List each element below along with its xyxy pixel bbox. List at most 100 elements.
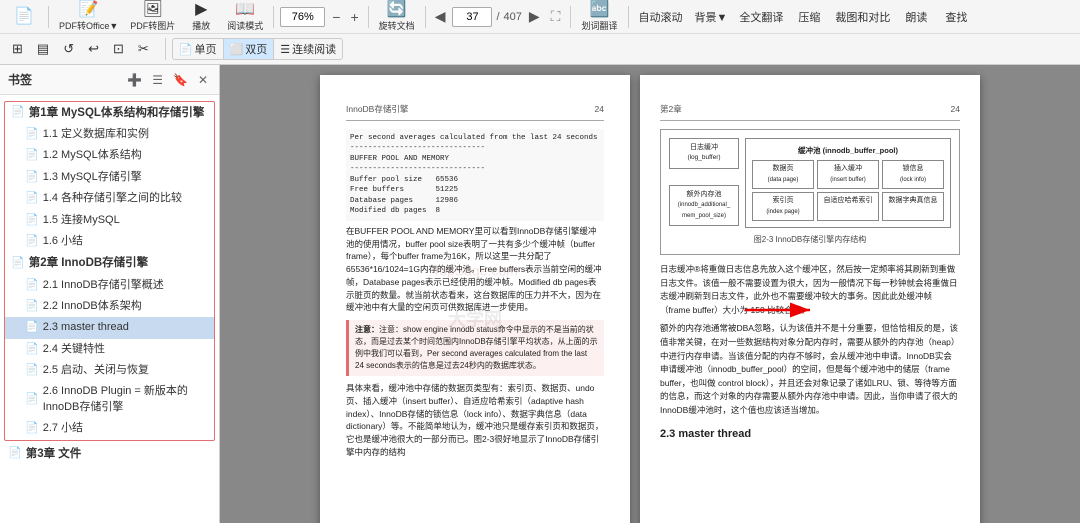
sidebar-icon-list[interactable]: ☰ <box>149 72 166 88</box>
buffer-pool-outer: 缓冲池 (innodb_buffer_pool) 数据页(data page) … <box>745 138 951 228</box>
continuous-read-btn[interactable]: ☰ 连续阅读 <box>273 39 342 59</box>
sidebar-item-ch2-4[interactable]: 📄 2.4 关键特性 <box>5 339 214 360</box>
sidebar-item-ch1-1[interactable]: 📄 1.1 定义数据库和实例 <box>5 124 214 145</box>
auto-scroll-label: 自动滚动 <box>639 9 683 25</box>
sidebar-item-ch2-2[interactable]: 📄 2.2 InnoDB体系架构 <box>5 296 214 317</box>
view-mode-group: 📄 单页 ⬜ 双页 ☰ 连续阅读 <box>172 38 343 60</box>
ch2-1-label: 2.1 InnoDB存储引擎概述 <box>43 278 208 293</box>
left-boxes: 日志缓冲(log_buffer) 额外内存池(innodb_additional… <box>669 138 739 228</box>
sidebar-item-ch1-3[interactable]: 📄 1.3 MySQL存储引擎 <box>5 167 214 188</box>
ch2-3-icon: 📄 <box>25 320 39 335</box>
ch2-3-label: 2.3 master thread <box>43 320 208 335</box>
ch2-label: 第2章 InnoDB存储引擎 <box>29 255 208 271</box>
note-label: 注意： <box>355 325 379 334</box>
compress-btn[interactable]: 压缩 <box>791 6 827 27</box>
read-aloud-btn[interactable]: 朗读 <box>898 6 934 27</box>
sidebar-icon-bookmark[interactable]: 🔖 <box>170 72 191 88</box>
pdf-to-image-btn[interactable]: 🖼 PDF转图片 <box>126 0 179 34</box>
zoom-out-btn[interactable]: − <box>329 9 343 25</box>
zoom-input[interactable] <box>280 7 325 27</box>
background-btn[interactable]: 背景▼ <box>691 6 732 27</box>
sidebar-item-ch2[interactable]: 📄 第2章 InnoDB存储引擎 <box>5 252 214 274</box>
ch2-2-label: 2.2 InnoDB体系架构 <box>43 299 208 314</box>
ch1-6-icon: 📄 <box>25 234 39 249</box>
sidebar-item-ch2-3[interactable]: 📄 2.3 master thread <box>5 317 214 338</box>
zoom-in-btn[interactable]: + <box>347 9 361 25</box>
page-separator: / <box>496 11 499 23</box>
toolbar-icon-2[interactable]: ▤ <box>31 39 55 59</box>
next-page-btn[interactable]: ▶ <box>526 8 543 25</box>
ch2-1-icon: 📄 <box>25 278 39 293</box>
play-btn[interactable]: ▶ 播放 <box>183 0 219 34</box>
toolbar-icon-3[interactable]: ↺ <box>57 39 80 59</box>
sidebar-item-ch2-5[interactable]: 📄 2.5 启动、关闭与恢复 <box>5 360 214 381</box>
sidebar-header: 书签 ➕ ☰ 🔖 ✕ <box>0 65 219 95</box>
ch1-1-icon: 📄 <box>25 127 39 142</box>
left-para2: 具体来看，缓冲池中存储的数据页类型有：索引页、数据页、undo页、插入缓冲（in… <box>346 382 604 459</box>
ch1-5-label: 1.5 连接MySQL <box>43 213 208 228</box>
pdf-to-office-btn[interactable]: 📝 PDF转Office▼ <box>55 0 122 34</box>
sidebar-icon-add[interactable]: ➕ <box>124 72 145 88</box>
toolbar-icon-4[interactable]: ↩ <box>82 39 105 59</box>
ch1-label: 第1章 MySQL体系结构和存储引擎 <box>29 105 208 121</box>
data-page-box: 数据页(data page) <box>752 160 814 189</box>
toolbar-row1: 📄 📝 PDF转Office▼ 🖼 PDF转图片 ▶ 播放 📖 阅读模式 − +… <box>0 0 1080 34</box>
continuous-read-label: 连续阅读 <box>292 41 336 57</box>
sep4 <box>425 6 426 28</box>
ch1-4-icon: 📄 <box>25 191 39 206</box>
full-translate-btn[interactable]: 全文翻译 <box>735 6 787 27</box>
single-page-label: 单页 <box>195 41 217 57</box>
page-input[interactable] <box>452 7 492 27</box>
note-text: 注意：show engine innodb status命令中显示的不是当前的状… <box>355 325 598 370</box>
play-icon: ▶ <box>195 2 207 18</box>
sidebar-item-ch2-7[interactable]: 📄 2.7 小结 <box>5 418 214 439</box>
sep3 <box>368 6 369 28</box>
log-buffer-box: 日志缓冲(log_buffer) <box>669 138 739 169</box>
sidebar-item-ch1-6[interactable]: 📄 1.6 小结 <box>5 231 214 252</box>
find-btn[interactable]: 查找 <box>938 6 974 27</box>
read-mode-btn[interactable]: 📖 阅读模式 <box>223 0 267 34</box>
nav-icon: ⛶ <box>551 8 561 25</box>
pdf-icon-btn[interactable]: 📄 <box>6 7 42 27</box>
lock-info-box: 锁信息(lock info) <box>882 160 944 189</box>
ch1-1-label: 1.1 定义数据库和实例 <box>43 127 208 142</box>
left-page-num: 24 <box>595 103 604 116</box>
left-page-header: InnoDB存储引擎 24 <box>346 103 604 121</box>
toolbar-row2: ⊞ ▤ ↺ ↩ ⊡ ✂ 📄 单页 ⬜ 双页 ☰ 连续阅读 <box>0 34 1080 64</box>
crop-compare-btn[interactable]: 裁图和对比 <box>831 6 894 27</box>
toolbar-icon-5[interactable]: ⊡ <box>107 39 130 59</box>
left-page: 大学网 TopSage.com InnoDB存储引擎 24 Per second… <box>320 75 630 523</box>
adaptive-hash-box: 自适应哈希索引 <box>817 192 879 221</box>
compress-label: 压缩 <box>798 9 820 25</box>
sidebar-item-ch1-5[interactable]: 📄 1.5 连接MySQL <box>5 210 214 231</box>
office-icon: 📝 <box>79 2 99 18</box>
sidebar-item-ch1-2[interactable]: 📄 1.2 MySQL体系结构 <box>5 145 214 166</box>
auto-scroll-btn[interactable]: 自动滚动 <box>635 6 687 27</box>
read-aloud-label: 朗读 <box>905 9 927 25</box>
single-page-btn[interactable]: 📄 单页 <box>173 39 223 59</box>
toolbar-icon-1[interactable]: ⊞ <box>6 39 29 59</box>
rotate-doc-btn[interactable]: 🔄 旋转文档 <box>375 0 419 34</box>
word-translate-label: 划词翻译 <box>581 19 617 32</box>
ch2-2-icon: 📄 <box>25 299 39 314</box>
sidebar-tree: 📄 第1章 MySQL体系结构和存储引擎 📄 1.1 定义数据库和实例 📄 1.… <box>0 95 219 523</box>
read-mode-label: 阅读模式 <box>227 19 263 32</box>
sidebar-item-ch2-6[interactable]: 📄 2.6 InnoDB Plugin = 新版本的InnoDB存储引擎 <box>5 381 214 418</box>
sidebar-close-btn[interactable]: ✕ <box>195 72 211 88</box>
ch2-6-label: 2.6 InnoDB Plugin = 新版本的InnoDB存储引擎 <box>43 384 208 415</box>
ch1-6-label: 1.6 小结 <box>43 234 208 249</box>
prev-page-btn[interactable]: ◀ <box>432 8 449 25</box>
ch2-7-icon: 📄 <box>25 421 39 436</box>
red-arrow-svg <box>740 295 820 325</box>
sidebar-item-ch1[interactable]: 📄 第1章 MySQL体系结构和存储引擎 <box>5 102 214 124</box>
sidebar-item-ch3[interactable]: 📄 第3章 文件 <box>0 443 219 465</box>
sidebar: 书签 ➕ ☰ 🔖 ✕ 📄 第1章 MySQL体系结构和存储引擎 📄 1.1 定义… <box>0 65 220 523</box>
innodb-diagram: 日志缓冲(log_buffer) 额外内存池(innodb_additional… <box>660 129 960 255</box>
pdf-to-office-label: PDF转Office▼ <box>59 19 118 32</box>
sidebar-item-ch1-4[interactable]: 📄 1.4 各种存储引擎之间的比较 <box>5 188 214 209</box>
word-translate-btn[interactable]: 🔤 划词翻译 <box>577 0 621 34</box>
content-area: 大学网 TopSage.com InnoDB存储引擎 24 Per second… <box>220 65 1080 523</box>
double-page-btn[interactable]: ⬜ 双页 <box>223 39 274 59</box>
sidebar-item-ch2-1[interactable]: 📄 2.1 InnoDB存储引擎概述 <box>5 275 214 296</box>
toolbar-icon-6[interactable]: ✂ <box>132 39 155 59</box>
